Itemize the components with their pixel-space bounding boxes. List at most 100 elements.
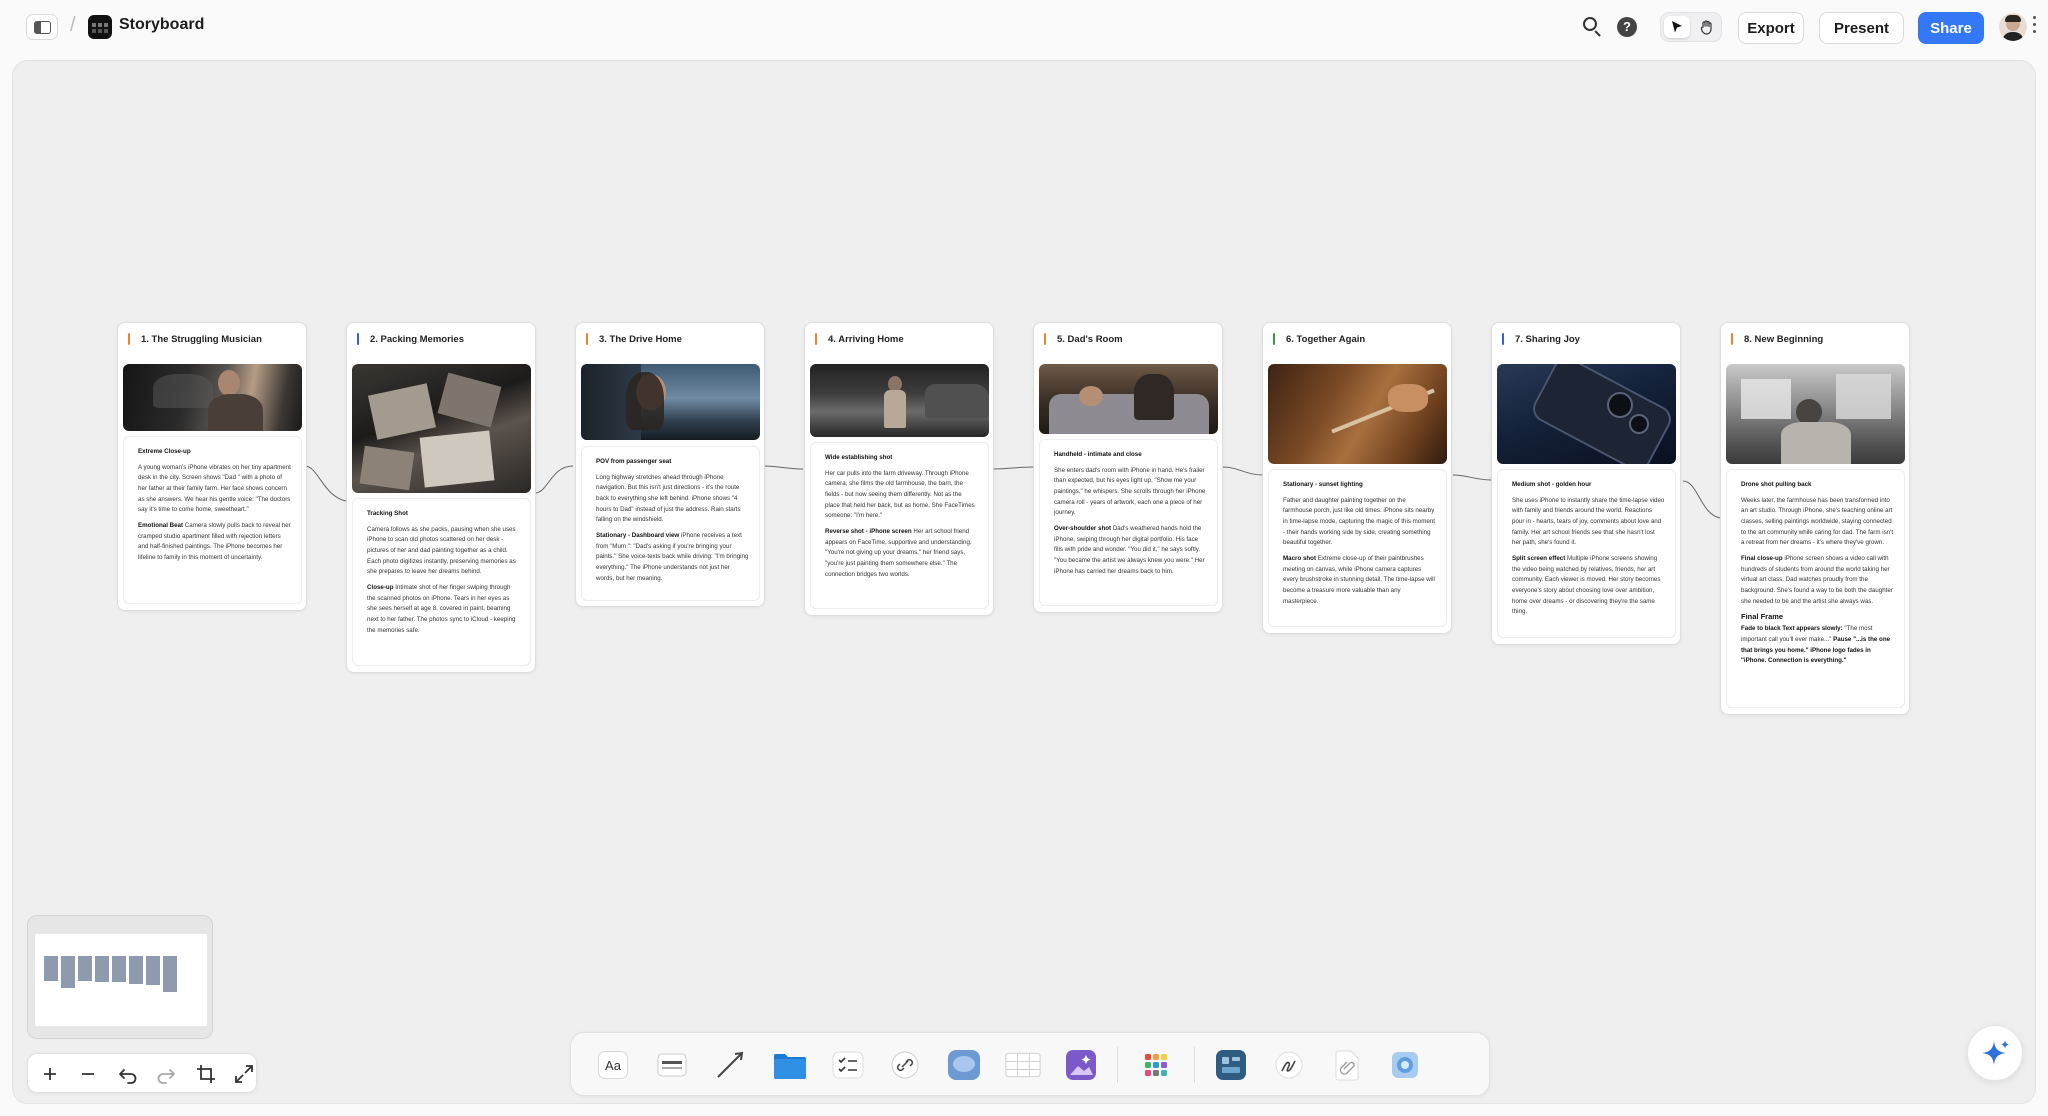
file-icon bbox=[1335, 1050, 1359, 1081]
apps-icon bbox=[1145, 1054, 1167, 1076]
card-image[interactable] bbox=[1726, 364, 1905, 464]
share-button[interactable]: Share bbox=[1918, 12, 1984, 44]
card-title: 5. Dad's Room bbox=[1057, 334, 1123, 345]
storyboard-canvas[interactable]: 1. The Struggling Musician Extreme Close… bbox=[12, 60, 2036, 1104]
card-description[interactable]: Drone shot pulling back Weeks later, the… bbox=[1726, 469, 1905, 708]
sketch-tool[interactable] bbox=[1271, 1047, 1307, 1083]
avatar[interactable] bbox=[1999, 13, 2027, 41]
insert-toolbar: Aa bbox=[570, 1032, 1490, 1096]
board-icon bbox=[1216, 1050, 1246, 1080]
present-button[interactable]: Present bbox=[1819, 12, 1904, 44]
pointer-tool-button[interactable] bbox=[1664, 16, 1690, 38]
card-accent-bar bbox=[128, 333, 130, 345]
link-tool[interactable] bbox=[887, 1047, 923, 1083]
line-tool[interactable] bbox=[712, 1047, 748, 1083]
card-icon bbox=[657, 1053, 687, 1077]
photos-tool[interactable] bbox=[1387, 1047, 1423, 1083]
card-description[interactable]: Tracking Shot Camera follows as she pack… bbox=[352, 498, 531, 666]
card-description[interactable]: POV from passenger seat Long highway str… bbox=[581, 446, 760, 601]
minimap-card bbox=[44, 956, 58, 981]
story-card[interactable]: 4. Arriving Home Wide establishing shot … bbox=[804, 322, 994, 616]
minimap-viewport[interactable] bbox=[35, 934, 207, 1026]
card-image[interactable] bbox=[1268, 364, 1447, 464]
card-accent-bar bbox=[815, 333, 817, 345]
sketch-icon bbox=[1275, 1051, 1303, 1079]
card-accent-bar bbox=[357, 333, 359, 345]
board-tool[interactable] bbox=[1213, 1047, 1249, 1083]
checklist-tool[interactable] bbox=[830, 1047, 866, 1083]
story-card[interactable]: 1. The Struggling Musician Extreme Close… bbox=[117, 322, 307, 611]
expand-icon bbox=[235, 1065, 253, 1083]
story-card[interactable]: 2. Packing Memories Tracking Shot Camera… bbox=[346, 322, 536, 673]
table-tool[interactable] bbox=[1005, 1047, 1041, 1083]
card-accent-bar bbox=[1502, 333, 1504, 345]
card-description[interactable]: Medium shot - golden hour She uses iPhon… bbox=[1497, 469, 1676, 638]
hand-tool-button[interactable] bbox=[1694, 16, 1720, 38]
file-tool[interactable] bbox=[1329, 1047, 1365, 1083]
export-button[interactable]: Export bbox=[1738, 12, 1804, 44]
card-title: 1. The Struggling Musician bbox=[141, 334, 262, 345]
apps-tool[interactable] bbox=[1138, 1047, 1174, 1083]
checklist-icon bbox=[832, 1051, 864, 1079]
story-card[interactable]: 5. Dad's Room Handheld - intimate and cl… bbox=[1033, 322, 1223, 613]
story-card[interactable]: 7. Sharing Joy Medium shot - golden hour… bbox=[1491, 322, 1681, 645]
ai-assistant-button[interactable] bbox=[1967, 1025, 2023, 1081]
breadcrumb-separator: / bbox=[70, 14, 76, 36]
undo-button[interactable] bbox=[116, 1062, 140, 1086]
story-card[interactable]: 3. The Drive Home POV from passenger sea… bbox=[575, 322, 765, 607]
more-options-icon[interactable] bbox=[2033, 16, 2037, 36]
zoom-controls bbox=[27, 1053, 257, 1093]
minimap-card bbox=[112, 956, 126, 982]
card-title: 8. New Beginning bbox=[1744, 334, 1824, 345]
minus-icon bbox=[82, 1073, 94, 1075]
card-description[interactable]: Handheld - intimate and close She enters… bbox=[1039, 439, 1218, 606]
image-tool[interactable] bbox=[1063, 1047, 1099, 1083]
fullscreen-button[interactable] bbox=[232, 1062, 256, 1086]
sparkle-icon bbox=[1982, 1040, 2009, 1065]
pointer-icon bbox=[1672, 21, 1682, 33]
app-logo-icon bbox=[88, 15, 112, 39]
fit-frame-button[interactable] bbox=[194, 1062, 218, 1086]
text-tool[interactable]: Aa bbox=[595, 1047, 631, 1083]
minimap-card bbox=[95, 956, 109, 982]
undo-icon bbox=[119, 1069, 137, 1084]
hand-icon bbox=[1700, 20, 1712, 35]
card-accent-bar bbox=[586, 333, 588, 345]
minimap[interactable] bbox=[27, 915, 213, 1039]
folder-tool[interactable] bbox=[772, 1047, 808, 1083]
document-title[interactable]: Storyboard bbox=[119, 16, 204, 34]
zoom-in-button[interactable] bbox=[38, 1062, 62, 1086]
plus-icon bbox=[44, 1068, 56, 1080]
card-description[interactable]: Stationary - sunset lighting Father and … bbox=[1268, 469, 1447, 627]
toolbar-divider bbox=[1117, 1047, 1118, 1083]
story-card[interactable]: 6. Together Again Stationary - sunset li… bbox=[1262, 322, 1452, 634]
text-icon: Aa bbox=[598, 1051, 628, 1079]
card-description[interactable]: Extreme Close-up A young woman's iPhone … bbox=[123, 436, 302, 604]
image-icon bbox=[1066, 1050, 1096, 1080]
story-card[interactable]: 8. New Beginning Drone shot pulling back… bbox=[1720, 322, 1910, 715]
card-title: 2. Packing Memories bbox=[370, 334, 464, 345]
minimap-card bbox=[163, 956, 177, 992]
card-accent-bar bbox=[1044, 333, 1046, 345]
comment-tool[interactable] bbox=[946, 1047, 982, 1083]
zoom-out-button[interactable] bbox=[76, 1062, 100, 1086]
help-icon[interactable]: ? bbox=[1617, 17, 1637, 37]
card-title: 3. The Drive Home bbox=[599, 334, 682, 345]
card-image[interactable] bbox=[1039, 364, 1218, 434]
line-icon bbox=[717, 1051, 744, 1078]
canvas-tool-group bbox=[1660, 12, 1722, 42]
card-image[interactable] bbox=[581, 364, 760, 440]
card-accent-bar bbox=[1273, 333, 1275, 345]
card-image[interactable] bbox=[352, 364, 531, 493]
minimap-card bbox=[61, 956, 75, 988]
card-image[interactable] bbox=[1497, 364, 1676, 464]
search-icon[interactable] bbox=[1581, 15, 1605, 39]
final-frame-heading: Final Frame bbox=[1741, 612, 1784, 622]
card-image[interactable] bbox=[810, 364, 989, 437]
card-image[interactable] bbox=[123, 364, 302, 431]
redo-button[interactable] bbox=[154, 1062, 178, 1086]
card-tool[interactable] bbox=[654, 1047, 690, 1083]
card-description[interactable]: Wide establishing shot Her car pulls int… bbox=[810, 442, 989, 609]
sidebar-toggle-button[interactable] bbox=[26, 14, 58, 40]
card-title: 7. Sharing Joy bbox=[1515, 334, 1580, 345]
